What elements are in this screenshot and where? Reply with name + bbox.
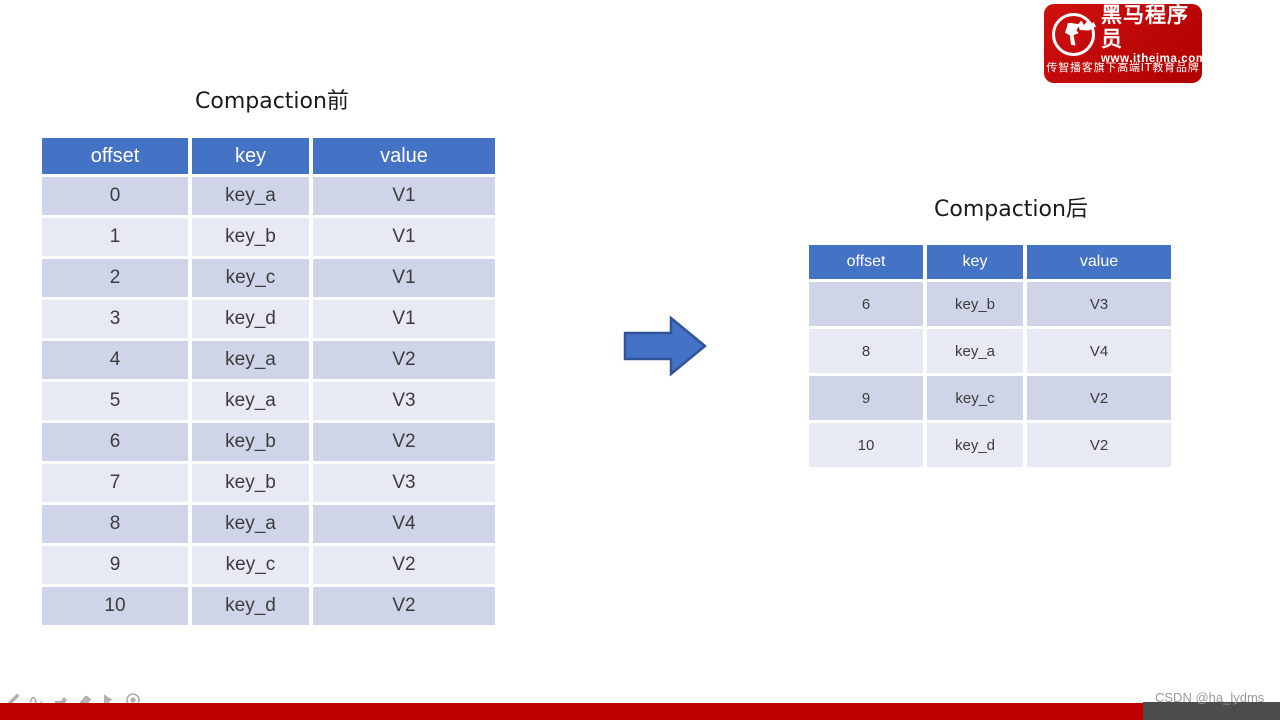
cell-value: V4 xyxy=(313,505,495,543)
cell-offset: 3 xyxy=(42,300,188,338)
column-header-offset: offset xyxy=(42,138,188,174)
cell-value: V1 xyxy=(313,218,495,256)
cell-offset: 2 xyxy=(42,259,188,297)
table-compaction-before: offset key value 0 key_a V1 1 key_b V1 2 key_c V… xyxy=(38,135,499,628)
cell-key: key_b xyxy=(927,282,1023,326)
cell-key: key_a xyxy=(927,329,1023,373)
column-header-key: key xyxy=(927,245,1023,279)
cell-key: key_d xyxy=(927,423,1023,467)
csdn-watermark: CSDN @ha_lydms xyxy=(1155,690,1265,705)
table-row: 9 key_c V2 xyxy=(809,376,1171,420)
brand-name-cn: 黑马程序员 xyxy=(1101,4,1189,51)
table-row: 10 key_d V2 xyxy=(42,587,495,625)
table-row: 6 key_b V2 xyxy=(42,423,495,461)
table-row: 5 key_a V3 xyxy=(42,382,495,420)
column-header-value: value xyxy=(313,138,495,174)
title-compaction-after: Compaction后 xyxy=(934,197,1088,222)
title-compaction-before: Compaction前 xyxy=(195,89,349,114)
cell-value: V2 xyxy=(1027,376,1171,420)
brand-slogan: 传智播客旗下高端IT教育品牌 xyxy=(1046,61,1200,74)
brand-logo: 黑马程序员 www.itheima.com 传智播客旗下高端IT教育品牌 xyxy=(1044,4,1202,83)
table-row: 1 key_b V1 xyxy=(42,218,495,256)
table-row: 2 key_c V1 xyxy=(42,259,495,297)
cell-offset: 6 xyxy=(809,282,923,326)
cell-offset: 9 xyxy=(809,376,923,420)
brand-logo-top: 黑马程序员 www.itheima.com xyxy=(1052,4,1202,65)
column-header-value: value xyxy=(1027,245,1171,279)
column-header-offset: offset xyxy=(809,245,923,279)
cell-value: V1 xyxy=(313,177,495,215)
cell-key: key_d xyxy=(192,300,309,338)
cell-offset: 5 xyxy=(42,382,188,420)
cell-offset: 10 xyxy=(809,423,923,467)
cell-offset: 10 xyxy=(42,587,188,625)
cell-offset: 9 xyxy=(42,546,188,584)
table-compaction-after: offset key value 6 key_b V3 8 key_a V4 9 key_c V… xyxy=(805,242,1175,470)
table-row: 0 key_a V1 xyxy=(42,177,495,215)
cell-offset: 4 xyxy=(42,341,188,379)
right-arrow-icon xyxy=(623,315,707,377)
footer-red-bar xyxy=(0,703,1155,720)
cell-value: V2 xyxy=(313,587,495,625)
table-row: 3 key_d V1 xyxy=(42,300,495,338)
table-row: 10 key_d V2 xyxy=(809,423,1171,467)
cell-key: key_c xyxy=(192,259,309,297)
cell-value: V1 xyxy=(313,259,495,297)
cell-key: key_a xyxy=(192,177,309,215)
table-row: 4 key_a V2 xyxy=(42,341,495,379)
cell-key: key_d xyxy=(192,587,309,625)
cell-value: V2 xyxy=(1027,423,1171,467)
table-header-row: offset key value xyxy=(809,245,1171,279)
cell-key: key_a xyxy=(192,382,309,420)
cell-offset: 1 xyxy=(42,218,188,256)
cell-key: key_a xyxy=(192,505,309,543)
cell-offset: 7 xyxy=(42,464,188,502)
table-row: 6 key_b V3 xyxy=(809,282,1171,326)
column-header-key: key xyxy=(192,138,309,174)
cell-key: key_b xyxy=(192,464,309,502)
brand-wordmark: 黑马程序员 www.itheima.com xyxy=(1101,4,1202,66)
table-row: 8 key_a V4 xyxy=(42,505,495,543)
table-row: 7 key_b V3 xyxy=(42,464,495,502)
table-row: 9 key_c V2 xyxy=(42,546,495,584)
cell-value: V2 xyxy=(313,341,495,379)
table-header-row: offset key value xyxy=(42,138,495,174)
cell-value: V2 xyxy=(313,423,495,461)
table-row: 8 key_a V4 xyxy=(809,329,1171,373)
cell-value: V1 xyxy=(313,300,495,338)
cell-value: V3 xyxy=(313,382,495,420)
cell-value: V3 xyxy=(313,464,495,502)
cell-key: key_a xyxy=(192,341,309,379)
cell-value: V4 xyxy=(1027,329,1171,373)
cell-offset: 6 xyxy=(42,423,188,461)
cell-offset: 8 xyxy=(809,329,923,373)
cell-key: key_c xyxy=(927,376,1023,420)
cell-key: key_b xyxy=(192,218,309,256)
cell-key: key_c xyxy=(192,546,309,584)
cell-value: V2 xyxy=(313,546,495,584)
horse-emblem-icon xyxy=(1052,12,1095,56)
cell-value: V3 xyxy=(1027,282,1171,326)
cell-offset: 0 xyxy=(42,177,188,215)
cell-offset: 8 xyxy=(42,505,188,543)
cell-key: key_b xyxy=(192,423,309,461)
